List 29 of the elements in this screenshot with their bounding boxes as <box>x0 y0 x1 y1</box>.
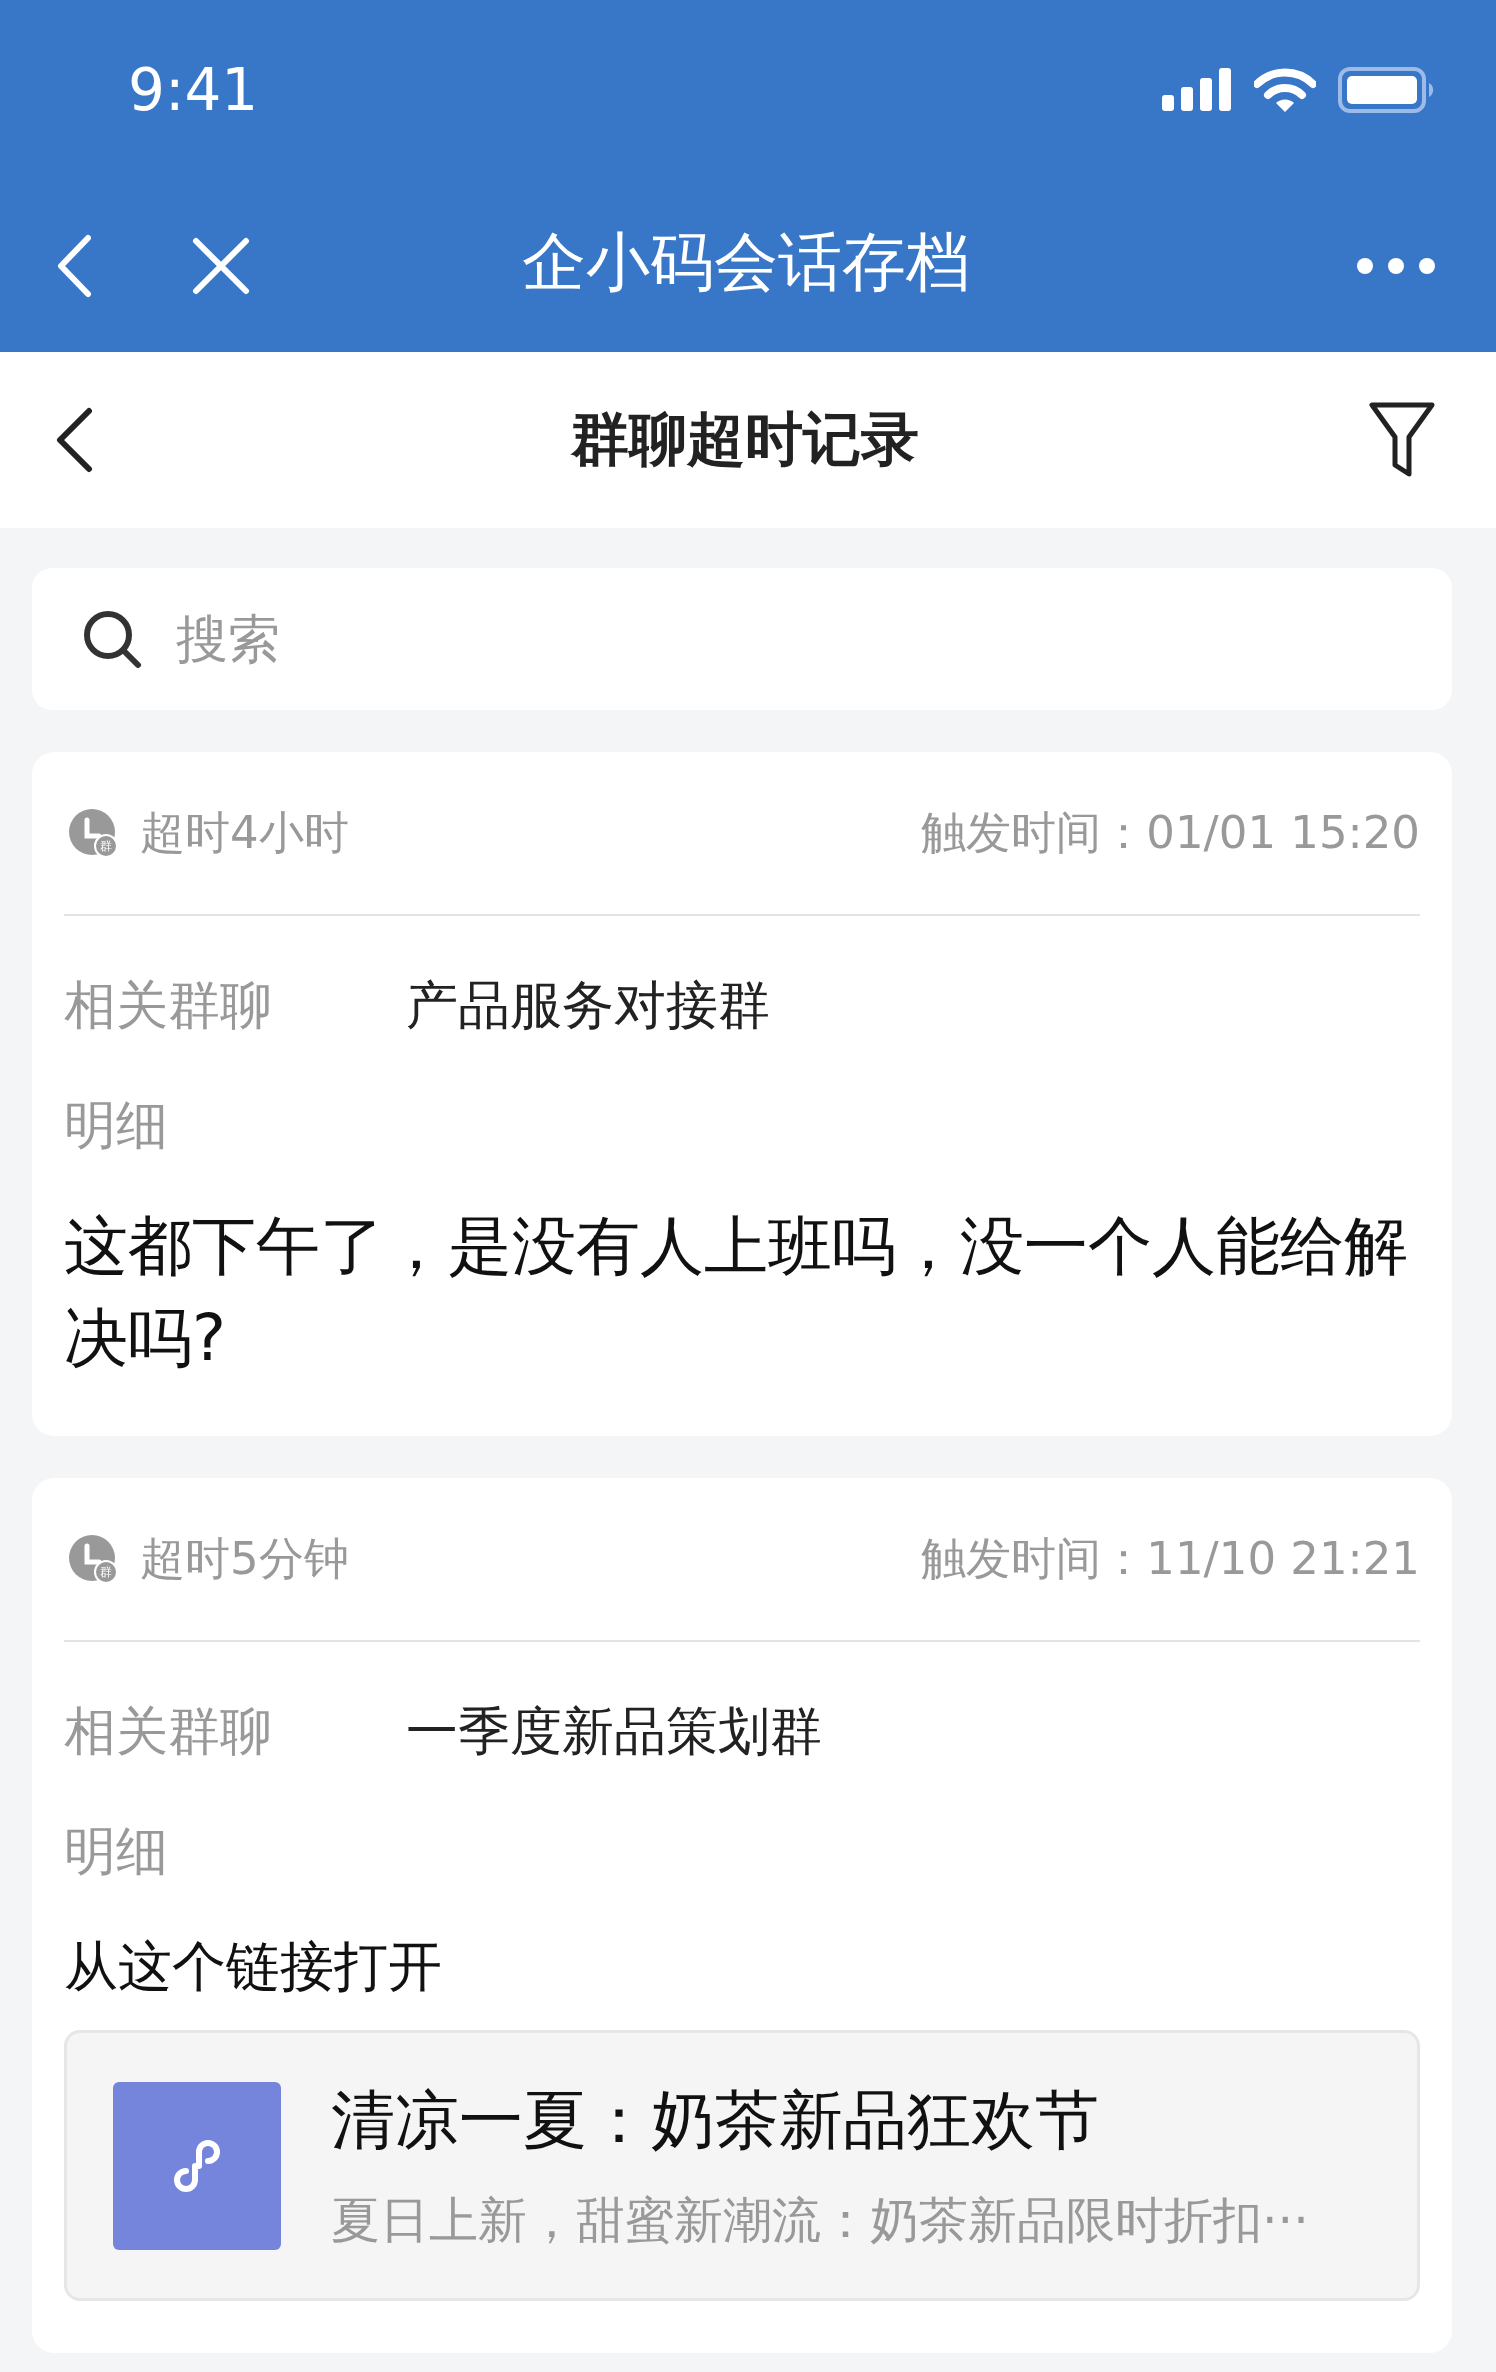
group-name: 产品服务对接群 <box>406 974 770 1037</box>
link-card[interactable]: 清凉一夏：奶茶新品狂欢节 夏日上新，甜蜜新潮流：奶茶新品限时折扣··· <box>64 2030 1420 2301</box>
close-icon[interactable] <box>192 237 250 295</box>
trigger-time: 触发时间：11/10 21:21 <box>921 1531 1420 1587</box>
overdue-label: 超时4小时 <box>140 805 350 861</box>
field-label: 明细 <box>64 1820 169 1883</box>
message-text: 从这个链接打开 <box>64 1934 443 2000</box>
group-clock-icon: 群 <box>68 808 118 858</box>
message-text: 这都下午了，是没有人上班吗，没一个人能给解决吗? <box>64 1208 1409 1377</box>
wifi-icon <box>1254 68 1316 112</box>
search-field[interactable]: 搜索 <box>32 568 1452 710</box>
more-icon[interactable] <box>1356 257 1436 275</box>
group-name: 一季度新品策划群 <box>406 1700 822 1763</box>
link-description: 夏日上新，甜蜜新潮流：奶茶新品限时折扣··· <box>331 2191 1309 2251</box>
signal-icon <box>1162 68 1232 112</box>
filter-icon[interactable] <box>1368 401 1436 479</box>
trigger-time: 触发时间：01/01 15:20 <box>921 805 1420 861</box>
status-time: 9:41 <box>128 56 259 124</box>
group-clock-icon: 群 <box>68 1534 118 1584</box>
overdue-label: 超时5分钟 <box>140 1531 350 1587</box>
nav-title: 企小码会话存档 <box>521 223 971 301</box>
page-title: 群聊超时记录 <box>569 404 920 475</box>
battery-icon <box>1338 67 1436 113</box>
back-icon[interactable] <box>54 407 94 473</box>
field-label: 相关群聊 <box>64 1700 273 1763</box>
link-icon <box>113 2081 281 2250</box>
field-label: 相关群聊 <box>64 974 273 1037</box>
link-title: 清凉一夏：奶茶新品狂欢节 <box>331 2082 1100 2159</box>
field-label: 明细 <box>64 1094 169 1157</box>
